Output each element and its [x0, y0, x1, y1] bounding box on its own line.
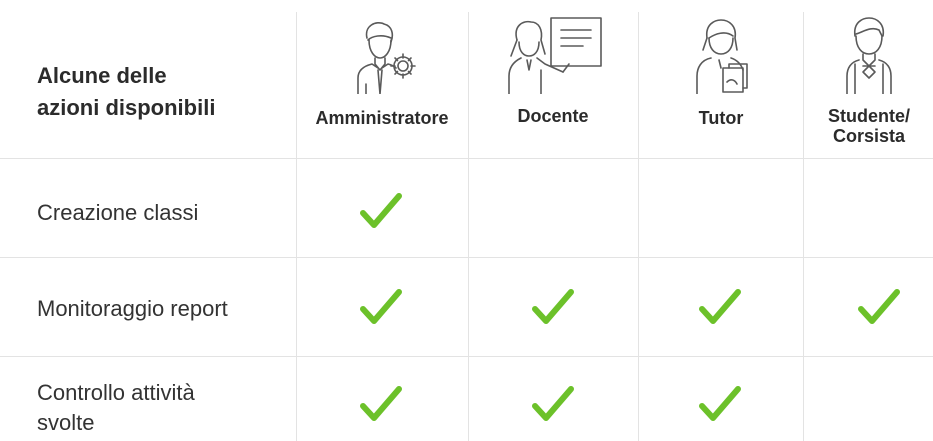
row-label-controllo-attivita: Controllo attività svolte	[37, 378, 287, 438]
row-divider	[0, 257, 933, 258]
column-header-tutor: Tutor	[640, 16, 802, 128]
column-header-student: Studente/ Corsista	[805, 14, 933, 146]
column-label-tutor: Tutor	[698, 108, 744, 128]
column-label-teacher: Docente	[517, 106, 589, 126]
column-label-student-line2: Corsista	[832, 126, 906, 146]
check-icon	[360, 193, 402, 228]
row-label-controllo-attivita-line1: Controllo attività	[37, 380, 195, 405]
check-icon	[360, 386, 402, 421]
column-divider	[803, 12, 804, 441]
check-icon	[699, 386, 741, 421]
column-label-administrator: Amministratore	[315, 108, 449, 128]
column-divider	[296, 12, 297, 441]
check-icon	[360, 289, 402, 324]
tutor-icon	[696, 19, 748, 94]
administrator-gear-icon	[357, 22, 416, 94]
table-title-line2: azioni disponibili	[37, 95, 216, 120]
column-header-teacher: Docente	[470, 14, 636, 126]
teacher-whiteboard-icon	[508, 17, 602, 94]
check-icon	[532, 386, 574, 421]
permissions-table: Alcune delle azioni disponibili Amminist…	[0, 0, 933, 441]
table-title-line1: Alcune delle	[37, 63, 167, 88]
column-header-administrator: Amministratore	[300, 18, 464, 128]
column-divider	[638, 12, 639, 441]
row-label-controllo-attivita-line2: svolte	[37, 410, 95, 435]
column-divider	[468, 12, 469, 441]
row-divider	[0, 158, 933, 159]
check-icon	[532, 289, 574, 324]
row-divider	[0, 356, 933, 357]
student-icon	[846, 17, 892, 94]
check-icon	[858, 289, 900, 324]
table-title: Alcune delle azioni disponibili	[37, 60, 277, 124]
column-label-student-line1: Studente/	[827, 106, 910, 126]
row-label-monitoraggio-report: Monitoraggio report	[37, 296, 228, 321]
check-icon	[699, 289, 741, 324]
row-label-creazione-classi: Creazione classi	[37, 200, 199, 225]
